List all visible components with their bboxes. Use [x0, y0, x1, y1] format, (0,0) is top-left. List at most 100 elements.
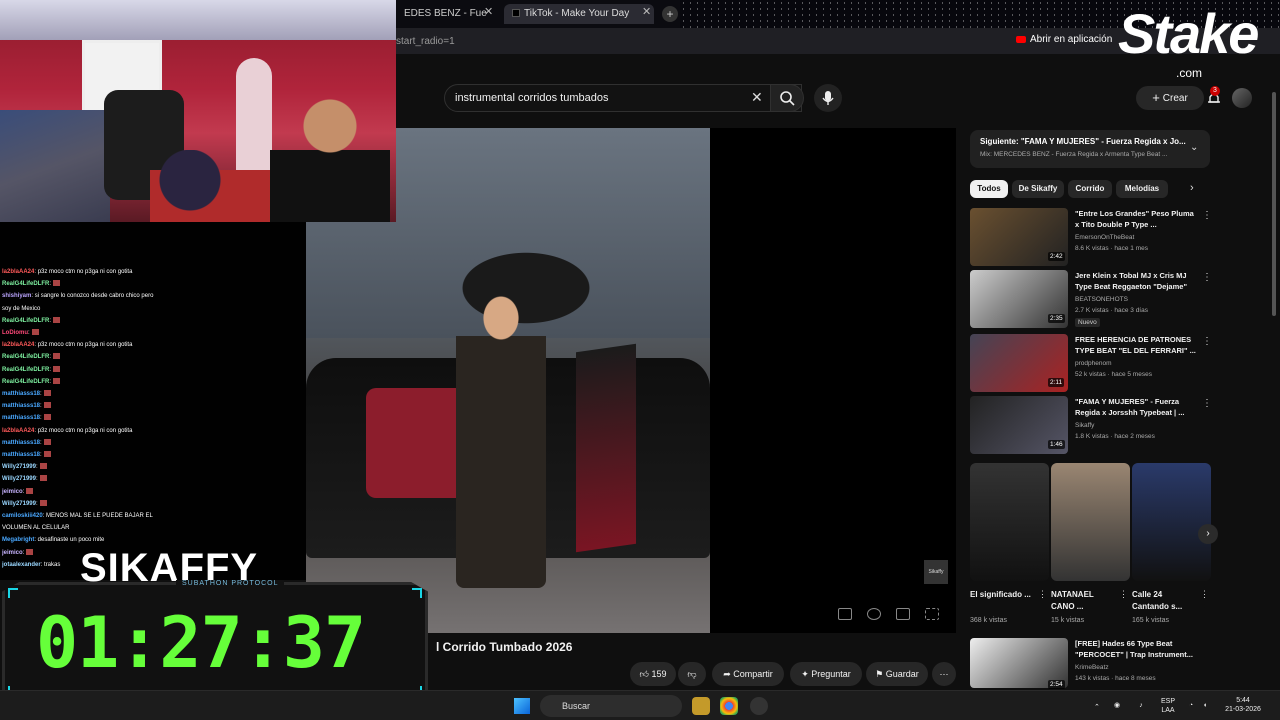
ask-button[interactable]: ✦ Preguntar	[790, 662, 862, 686]
clear-search-icon[interactable]: ✕	[751, 89, 763, 106]
taskbar-search[interactable]: Buscar	[540, 695, 682, 717]
search-icon	[780, 91, 795, 106]
chevron-right-icon[interactable]: ›	[1198, 524, 1218, 544]
chat-username[interactable]: matthiasss18	[2, 415, 40, 421]
short-item[interactable]: NATANAEL CANO ... 15 k vistas ⋮	[1051, 463, 1130, 624]
channel-name: EmersonOnTheBeat	[1075, 234, 1135, 241]
short-item[interactable]: El significado ... 368 k vistas ⋮	[970, 463, 1049, 624]
chat-username[interactable]: la2blaAA24	[2, 342, 34, 348]
scrollbar[interactable]	[1272, 92, 1276, 316]
video-player[interactable]: Sikaffy	[306, 128, 956, 633]
tab-mercedes-benz[interactable]: EDES BENZ - Fue	[396, 4, 496, 24]
chat-username[interactable]: RealG4LifeDLFR	[2, 281, 49, 287]
video-meta: 8.6 K vistas · hace 1 mes	[1075, 245, 1148, 252]
chat-username[interactable]: Willy271999	[2, 501, 36, 507]
chevron-up-icon[interactable]: ⌃	[1094, 703, 1100, 712]
more-options-icon[interactable]: ⋮	[1038, 589, 1047, 600]
chat-username[interactable]: jeimico	[2, 489, 23, 495]
more-options-icon[interactable]: ⋮	[1202, 272, 1212, 283]
chat-username[interactable]: matthiasss18	[2, 440, 40, 446]
microphone-icon[interactable]: ♪	[1136, 701, 1146, 710]
settings-gear-icon[interactable]	[867, 608, 881, 620]
short-title: Calle 24 Cantando s...	[1132, 590, 1183, 611]
chat-username[interactable]: matthiasss18	[2, 403, 40, 409]
obs-icon[interactable]	[750, 697, 768, 715]
recommendation-item[interactable]: 2:42 "Entre Los Grandes" Peso Pluma x Ti…	[970, 208, 1212, 268]
chat-username[interactable]: shishiyam	[2, 293, 31, 299]
chat-username[interactable]: RealG4LifeDLFR	[2, 379, 49, 385]
voice-search-button[interactable]	[814, 84, 842, 112]
channel-watermark[interactable]: Sikaffy	[924, 560, 948, 584]
chat-username[interactable]: Willy271999	[2, 476, 36, 482]
chevron-down-icon[interactable]: ⌄	[1190, 142, 1198, 153]
up-next-panel[interactable]: Siguiente: "FAMA Y MUJERES" - Fuerza Reg…	[970, 130, 1210, 168]
chat-username[interactable]: matthiasss18	[2, 391, 40, 397]
close-icon[interactable]: ✕	[642, 5, 651, 18]
more-options-icon[interactable]: ⋮	[1202, 210, 1212, 221]
chat-text: :	[49, 378, 52, 385]
fullscreen-icon[interactable]	[925, 608, 939, 620]
share-button[interactable]: ➦ Compartir	[712, 662, 784, 686]
save-button[interactable]: ⚑ Guardar	[866, 662, 928, 686]
chip-de-sikaffy[interactable]: De Sikaffy	[1012, 180, 1064, 198]
tab-tiktok[interactable]: TikTok - Make Your Day	[504, 4, 654, 24]
chat-username[interactable]: jotaalexander	[2, 562, 41, 568]
chip-todos[interactable]: Todos	[970, 180, 1008, 198]
chat-message: RealG4LifeDLFR:	[2, 365, 302, 374]
like-button[interactable]: 👍︎ 159	[630, 662, 676, 686]
dislike-button[interactable]: 👎︎	[678, 662, 706, 686]
chrome-icon[interactable]	[720, 697, 738, 715]
chat-username[interactable]: la2blaAA24	[2, 428, 34, 434]
chevron-right-icon[interactable]: ›	[1190, 182, 1194, 194]
chat-text: VOLUMEN AL CELULAR	[2, 525, 70, 532]
language-indicator[interactable]: ESP LAA	[1156, 697, 1180, 715]
close-icon[interactable]: ✕	[484, 5, 493, 18]
chat-username[interactable]: RealG4LifeDLFR	[2, 367, 49, 373]
open-in-app-button[interactable]: Abrir en aplicación	[1016, 34, 1112, 45]
network-icon[interactable]: ◉	[1112, 701, 1122, 710]
chat-username[interactable]: Megabright	[2, 537, 34, 543]
chip-melodias[interactable]: Melodías	[1116, 180, 1168, 198]
chat-text: :	[40, 391, 42, 397]
chat-text: :	[22, 488, 25, 495]
chat-username[interactable]: LoDiomu	[2, 330, 28, 336]
recommendation-item[interactable]: 2:35 Jere Klein x Tobal MJ x Cris MJ Typ…	[970, 270, 1212, 330]
recommendation-item[interactable]: 1:46 "FAMA Y MUJERES" - Fuerza Regida x …	[970, 396, 1212, 456]
recommendation-item[interactable]: 2:54 [FREE] Hades 66 Type Beat "PERCOCET…	[970, 638, 1210, 698]
chat-username[interactable]: jeimico	[2, 550, 23, 556]
search-input[interactable]: instrumental corridos tumbados ✕	[444, 84, 802, 112]
chat-text: : p3z moco ctm no p3ga ni con gotita	[34, 342, 133, 349]
chat-message: jeimico:	[2, 487, 302, 496]
search-button[interactable]	[770, 84, 804, 112]
chat-username[interactable]: Willy271999	[2, 464, 36, 470]
miniplayer-icon[interactable]	[896, 608, 910, 620]
clock-time: 5:44	[1236, 697, 1250, 704]
avatar[interactable]	[1232, 88, 1252, 108]
more-options-icon[interactable]: ⋮	[1202, 336, 1212, 347]
timer-value: 01:27:37	[36, 602, 366, 684]
volume-icon[interactable]: ◖	[1200, 701, 1210, 710]
chat-username[interactable]: la2blaAA24	[2, 269, 34, 275]
short-item[interactable]: Calle 24 Cantando s... 165 k vistas ⋮	[1132, 463, 1211, 624]
chat-username[interactable]: camiloskiii420	[2, 513, 43, 519]
url-text: start_radio=1	[396, 36, 455, 47]
chat-username[interactable]: RealG4LifeDLFR	[2, 354, 49, 360]
short-thumbnail	[970, 463, 1049, 581]
short-thumbnail	[1132, 463, 1211, 581]
create-button[interactable]: + Crear	[1136, 86, 1204, 110]
file-explorer-icon[interactable]	[692, 697, 710, 715]
wifi-icon[interactable]: ◔	[1186, 701, 1196, 710]
notification-badge: 3	[1210, 86, 1220, 96]
more-options-icon[interactable]: ⋮	[1200, 589, 1209, 600]
more-options-icon[interactable]: ⋮	[1119, 589, 1128, 600]
subtitles-icon[interactable]	[838, 608, 852, 620]
chat-username[interactable]: matthiasss18	[2, 452, 40, 458]
clock[interactable]: 5:44 21-03-2026	[1218, 696, 1268, 714]
chat-username[interactable]: RealG4LifeDLFR	[2, 318, 49, 324]
more-options-icon[interactable]: ⋮	[1202, 398, 1212, 409]
windows-start-icon[interactable]	[514, 698, 530, 714]
chip-corrido[interactable]: Corrido	[1068, 180, 1112, 198]
more-actions-button[interactable]: ⋯	[932, 662, 956, 686]
new-tab-button[interactable]: +	[662, 6, 678, 22]
recommendation-item[interactable]: 2:11 FREE HERENCIA DE PATRONES TYPE BEAT…	[970, 334, 1212, 394]
